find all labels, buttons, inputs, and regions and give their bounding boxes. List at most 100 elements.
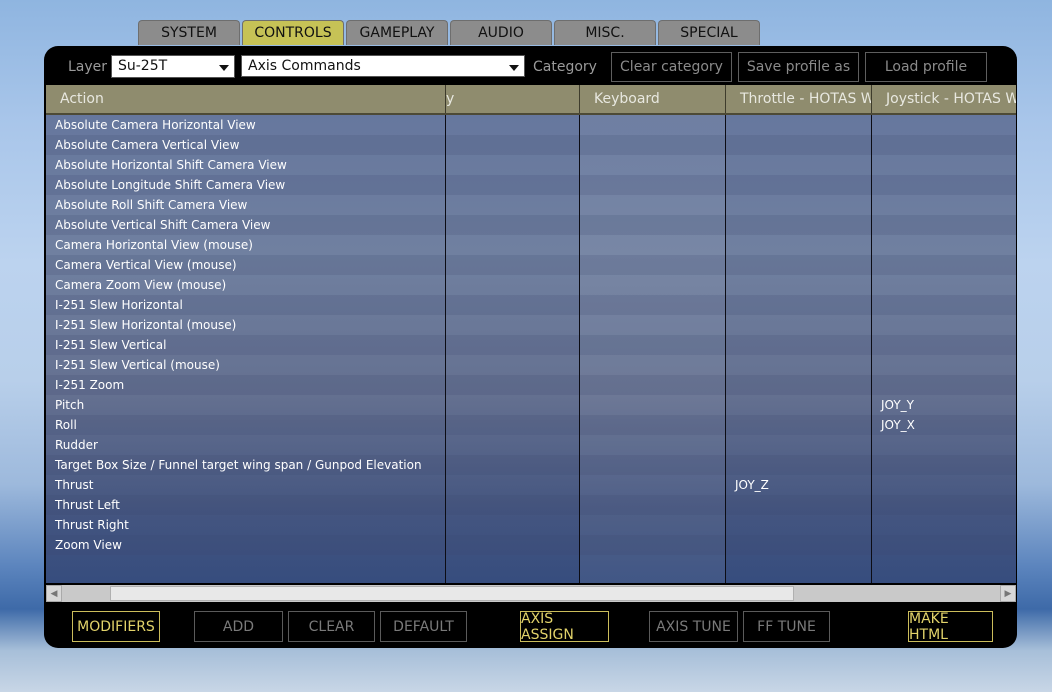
action-cell[interactable]: Thrust Right — [46, 515, 446, 535]
keyboard-cell[interactable] — [580, 435, 726, 455]
keyboard-cell[interactable] — [580, 175, 726, 195]
scroll-left-icon[interactable]: ◀ — [46, 585, 62, 602]
throttle-cell[interactable] — [726, 455, 872, 475]
joystick-cell[interactable] — [872, 535, 1016, 555]
action-cell[interactable]: I-251 Slew Horizontal (mouse) — [46, 315, 446, 335]
axis-assign-button[interactable]: AXIS ASSIGN — [520, 611, 609, 643]
tab-gameplay[interactable]: GAMEPLAY — [346, 20, 448, 45]
clear-category-button[interactable]: Clear category — [611, 52, 732, 82]
column-header-joystick[interactable]: Joystick - HOTAS Wa — [872, 85, 1016, 113]
action-cell[interactable]: I-251 Slew Vertical — [46, 335, 446, 355]
binding-cell[interactable] — [446, 435, 580, 455]
action-cell[interactable]: Roll — [46, 415, 446, 435]
keyboard-cell[interactable] — [580, 535, 726, 555]
binding-cell[interactable] — [446, 375, 580, 395]
ff-tune-button[interactable]: FF TUNE — [743, 611, 830, 642]
binding-cell[interactable] — [446, 475, 580, 495]
throttle-cell[interactable]: JOY_Z — [726, 475, 872, 495]
binding-cell[interactable] — [446, 295, 580, 315]
tab-special[interactable]: SPECIAL — [658, 20, 760, 45]
action-cell[interactable]: Target Box Size / Funnel target wing spa… — [46, 455, 446, 475]
horizontal-scrollbar[interactable]: ◀ ▶ — [46, 585, 1016, 602]
column-header-partial[interactable]: y — [446, 85, 580, 113]
keyboard-cell[interactable] — [580, 295, 726, 315]
joystick-cell[interactable] — [872, 155, 1016, 175]
category-select[interactable]: Axis Commands — [241, 55, 525, 77]
binding-cell[interactable] — [446, 235, 580, 255]
column-header-action[interactable]: Action — [46, 85, 446, 113]
binding-cell[interactable] — [446, 335, 580, 355]
joystick-cell[interactable] — [872, 135, 1016, 155]
joystick-cell[interactable] — [872, 115, 1016, 135]
joystick-cell[interactable] — [872, 515, 1016, 535]
scrollbar-thumb[interactable] — [110, 586, 794, 601]
binding-cell[interactable] — [446, 255, 580, 275]
joystick-cell[interactable] — [872, 435, 1016, 455]
binding-cell[interactable] — [446, 275, 580, 295]
modifiers-button[interactable]: MODIFIERS — [72, 611, 160, 642]
joystick-cell[interactable] — [872, 335, 1016, 355]
throttle-cell[interactable] — [726, 255, 872, 275]
joystick-cell[interactable] — [872, 355, 1016, 375]
action-cell[interactable]: Absolute Camera Vertical View — [46, 135, 446, 155]
keyboard-cell[interactable] — [580, 355, 726, 375]
column-header-throttle[interactable]: Throttle - HOTAS Wa — [726, 85, 872, 113]
binding-cell[interactable] — [446, 215, 580, 235]
throttle-cell[interactable] — [726, 415, 872, 435]
axis-tune-button[interactable]: AXIS TUNE — [649, 611, 738, 642]
binding-cell[interactable] — [446, 515, 580, 535]
action-cell[interactable]: I-251 Slew Vertical (mouse) — [46, 355, 446, 375]
keyboard-cell[interactable] — [580, 375, 726, 395]
binding-cell[interactable] — [446, 495, 580, 515]
throttle-cell[interactable] — [726, 315, 872, 335]
action-cell[interactable]: Pitch — [46, 395, 446, 415]
action-cell[interactable]: Camera Vertical View (mouse) — [46, 255, 446, 275]
joystick-cell[interactable] — [872, 215, 1016, 235]
action-cell[interactable]: Absolute Roll Shift Camera View — [46, 195, 446, 215]
action-cell[interactable]: Camera Zoom View (mouse) — [46, 275, 446, 295]
joystick-cell[interactable] — [872, 275, 1016, 295]
binding-cell[interactable] — [446, 395, 580, 415]
tab-controls[interactable]: CONTROLS — [242, 20, 344, 45]
layer-select[interactable]: Su-25T — [111, 55, 235, 78]
binding-cell[interactable] — [446, 195, 580, 215]
joystick-cell[interactable] — [872, 295, 1016, 315]
throttle-cell[interactable] — [726, 275, 872, 295]
joystick-cell[interactable] — [872, 315, 1016, 335]
binding-cell[interactable] — [446, 155, 580, 175]
save-profile-button[interactable]: Save profile as — [738, 52, 859, 82]
action-cell[interactable]: Camera Horizontal View (mouse) — [46, 235, 446, 255]
throttle-cell[interactable] — [726, 495, 872, 515]
column-header-keyboard[interactable]: Keyboard — [580, 85, 726, 113]
scroll-right-icon[interactable]: ▶ — [1000, 585, 1016, 602]
throttle-cell[interactable] — [726, 355, 872, 375]
keyboard-cell[interactable] — [580, 315, 726, 335]
throttle-cell[interactable] — [726, 155, 872, 175]
action-cell[interactable]: Thrust Left — [46, 495, 446, 515]
throttle-cell[interactable] — [726, 375, 872, 395]
action-cell[interactable]: Absolute Camera Horizontal View — [46, 115, 446, 135]
binding-cell[interactable] — [446, 315, 580, 335]
keyboard-cell[interactable] — [580, 495, 726, 515]
keyboard-cell[interactable] — [580, 195, 726, 215]
throttle-cell[interactable] — [726, 395, 872, 415]
binding-cell[interactable] — [446, 415, 580, 435]
binding-cell[interactable] — [446, 535, 580, 555]
binding-cell[interactable] — [446, 355, 580, 375]
clear-button[interactable]: CLEAR — [288, 611, 375, 642]
keyboard-cell[interactable] — [580, 515, 726, 535]
throttle-cell[interactable] — [726, 335, 872, 355]
joystick-cell[interactable]: JOY_X — [872, 415, 1016, 435]
action-cell[interactable]: Absolute Vertical Shift Camera View — [46, 215, 446, 235]
throttle-cell[interactable] — [726, 115, 872, 135]
joystick-cell[interactable]: JOY_Y — [872, 395, 1016, 415]
add-button[interactable]: ADD — [194, 611, 283, 642]
joystick-cell[interactable] — [872, 495, 1016, 515]
throttle-cell[interactable] — [726, 235, 872, 255]
keyboard-cell[interactable] — [580, 415, 726, 435]
joystick-cell[interactable] — [872, 235, 1016, 255]
default-button[interactable]: DEFAULT — [380, 611, 467, 642]
throttle-cell[interactable] — [726, 215, 872, 235]
tab-misc[interactable]: MISC. — [554, 20, 656, 45]
binding-cell[interactable] — [446, 175, 580, 195]
